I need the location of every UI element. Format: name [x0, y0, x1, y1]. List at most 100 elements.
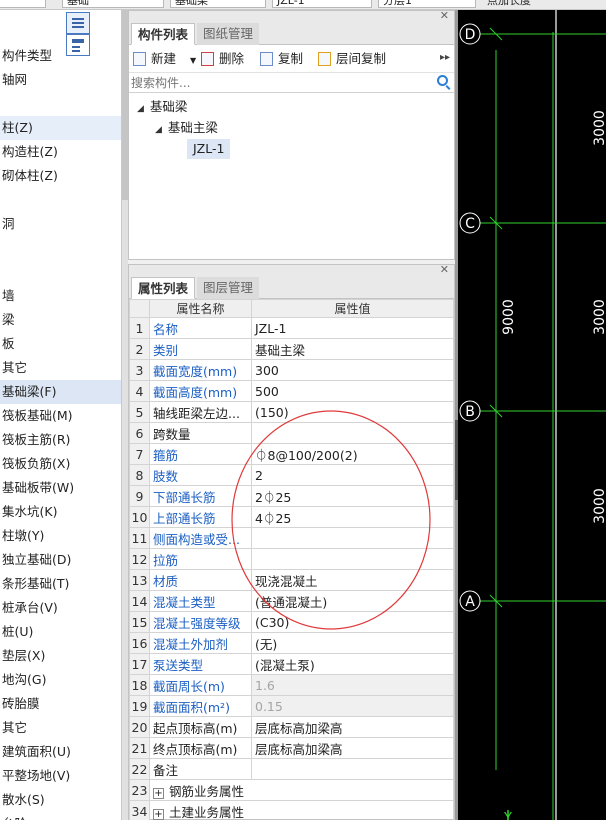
floor-copy-button-label: 层间复制 [336, 51, 387, 66]
property-row[interactable]: 1 名称 JZL-1 [129, 317, 454, 339]
category-select[interactable]: 基础 [62, 0, 164, 8]
more-tools-icon[interactable]: ▸▸ [440, 52, 450, 63]
new-button[interactable]: 新建 ▼ [133, 50, 196, 68]
collapse-triangle-icon[interactable]: ◢ [137, 104, 144, 114]
close-icon[interactable]: ✕ [440, 263, 449, 276]
value-header: 属性值 [251, 299, 454, 318]
property-row[interactable]: 34 + 土建业务属性 [129, 800, 454, 820]
nav-item[interactable]: 条形基础(T) [0, 572, 121, 596]
nav-item[interactable]: 砖胎膜 [0, 692, 121, 716]
nav-item[interactable]: 梁 [0, 308, 121, 332]
nav-item[interactable]: 其它 [0, 716, 121, 740]
type-select[interactable]: 基础梁 [170, 0, 266, 8]
component-select[interactable]: JZL-1 [272, 0, 372, 8]
floor-copy-button[interactable]: 层间复制 [318, 50, 386, 68]
nav-item[interactable]: 洞 [0, 212, 121, 236]
tab-property-list[interactable]: 属性列表 [131, 277, 196, 299]
nav-item[interactable]: 集水坑(K) [0, 500, 121, 524]
nav-item[interactable]: 其它 [0, 356, 121, 380]
property-value[interactable] [251, 758, 454, 780]
nav-item[interactable]: 板 [0, 332, 121, 356]
nav-item[interactable] [0, 188, 121, 212]
close-icon[interactable]: ✕ [440, 9, 449, 22]
row-index: 16 [129, 632, 150, 654]
property-value[interactable]: 层底标高加梁高 [251, 737, 454, 759]
property-value[interactable]: 层底标高加梁高 [251, 716, 454, 738]
nav-item[interactable]: 柱墩(Y) [0, 524, 121, 548]
nav-item[interactable]: 地沟(G) [0, 668, 121, 692]
property-value[interactable]: JZL-1 [251, 317, 454, 339]
nav-item[interactable]: 砌体柱(Z) [0, 164, 121, 188]
dimension-text: 3000 [592, 110, 606, 146]
property-value[interactable]: 0.15 [251, 695, 454, 717]
tab-drawing-management[interactable]: 图纸管理 [197, 23, 260, 45]
axis-grid-drawing: D C B A 3000 3000 3000 9000 Y [459, 10, 606, 820]
nav-item[interactable]: 筏板基础(M) [0, 404, 121, 428]
nav-item[interactable]: 柱(Z) [0, 116, 121, 140]
property-name: 起点顶标高(m) [149, 716, 252, 738]
tree-node-jzl-1[interactable]: JZL-1 [187, 139, 231, 159]
nav-item[interactable]: 筏板负筋(X) [0, 452, 121, 476]
delete-button[interactable]: 删除 [201, 50, 244, 68]
property-value[interactable]: 基础主梁 [251, 338, 454, 360]
property-row[interactable]: 17 泵送类型 (混凝土泵) [129, 653, 454, 675]
nav-item[interactable]: 独立基础(D) [0, 548, 121, 572]
collapse-triangle-icon[interactable]: ◢ [155, 125, 162, 135]
nav-item[interactable]: 桩承台(V) [0, 596, 121, 620]
property-value[interactable]: (混凝土泵) [251, 653, 454, 675]
floor-select[interactable] [0, 0, 46, 8]
nav-item[interactable]: 筏板主筋(R) [0, 428, 121, 452]
search-icon[interactable] [437, 75, 448, 86]
nav-item[interactable]: 基础梁(F) [0, 380, 121, 404]
row-index: 9 [129, 485, 150, 507]
nav-item[interactable]: 基础板带(W) [0, 476, 121, 500]
property-value[interactable]: 500 [251, 380, 454, 402]
nav-item[interactable]: 桩(U) [0, 620, 121, 644]
new-dropdown-icon[interactable]: ▼ [190, 56, 196, 65]
property-row[interactable]: 18 截面周长(m) 1.6 [129, 674, 454, 696]
length-checkbox[interactable]: 点加长度 [482, 0, 606, 8]
nav-item[interactable]: 建筑面积(U) [0, 740, 121, 764]
tree-node-child[interactable]: ◢ 基础主梁 [155, 118, 218, 138]
nav-item[interactable] [0, 236, 121, 260]
row-index: 19 [129, 695, 150, 717]
property-row[interactable]: 4 截面高度(mm) 500 [129, 380, 454, 402]
property-row[interactable]: 3 截面宽度(mm) 300 [129, 359, 454, 381]
component-tabs: 构件列表 图纸管理 [129, 23, 454, 45]
property-row[interactable]: 20 起点顶标高(m) 层底标高加梁高 [129, 716, 454, 738]
property-value[interactable]: 300 [251, 359, 454, 381]
property-row[interactable]: 2 类别 基础主梁 [129, 338, 454, 360]
row-index: 10 [129, 506, 150, 528]
nav-item[interactable]: 垫层(X) [0, 644, 121, 668]
layer-select[interactable]: 分层1 [378, 0, 476, 8]
copy-icon [260, 52, 273, 66]
tab-component-list[interactable]: 构件列表 [131, 23, 196, 45]
property-value[interactable]: 1.6 [251, 674, 454, 696]
tree-node-root[interactable]: ◢ 基础梁 [137, 97, 187, 117]
nav-item[interactable]: 构造柱(Z) [0, 140, 121, 164]
property-name: 泵送类型 [149, 653, 252, 675]
search-input[interactable] [131, 74, 431, 92]
property-row[interactable]: 19 截面面积(m²) 0.15 [129, 695, 454, 717]
property-row[interactable]: 21 终点顶标高(m) 层底标高加梁高 [129, 737, 454, 759]
tab-layer-management[interactable]: 图层管理 [197, 277, 260, 299]
expand-icon[interactable]: + [153, 808, 164, 820]
nav-item[interactable] [0, 260, 121, 284]
property-name: 截面高度(mm) [149, 380, 252, 402]
list-view-icon[interactable] [66, 12, 90, 34]
nav-item[interactable]: 构件类型 [0, 44, 121, 68]
nav-item[interactable]: 台阶 [0, 812, 121, 820]
property-row[interactable]: 23 + 钢筋业务属性 [129, 779, 454, 801]
row-index: 8 [129, 464, 150, 486]
copy-button[interactable]: 复制 [260, 50, 303, 68]
nav-item[interactable]: 平整场地(V) [0, 764, 121, 788]
nav-item[interactable] [0, 92, 121, 116]
expand-icon[interactable]: + [153, 787, 164, 799]
nav-item[interactable]: 墙 [0, 284, 121, 308]
property-row[interactable]: 22 备注 [129, 758, 454, 780]
drawing-canvas[interactable]: D C B A 3000 3000 3000 9000 Y [458, 10, 606, 820]
nav-item[interactable]: 轴网 [0, 68, 121, 92]
row-index: 15 [129, 611, 150, 633]
nav-item[interactable]: 散水(S) [0, 788, 121, 812]
delete-button-label: 删除 [219, 51, 245, 66]
